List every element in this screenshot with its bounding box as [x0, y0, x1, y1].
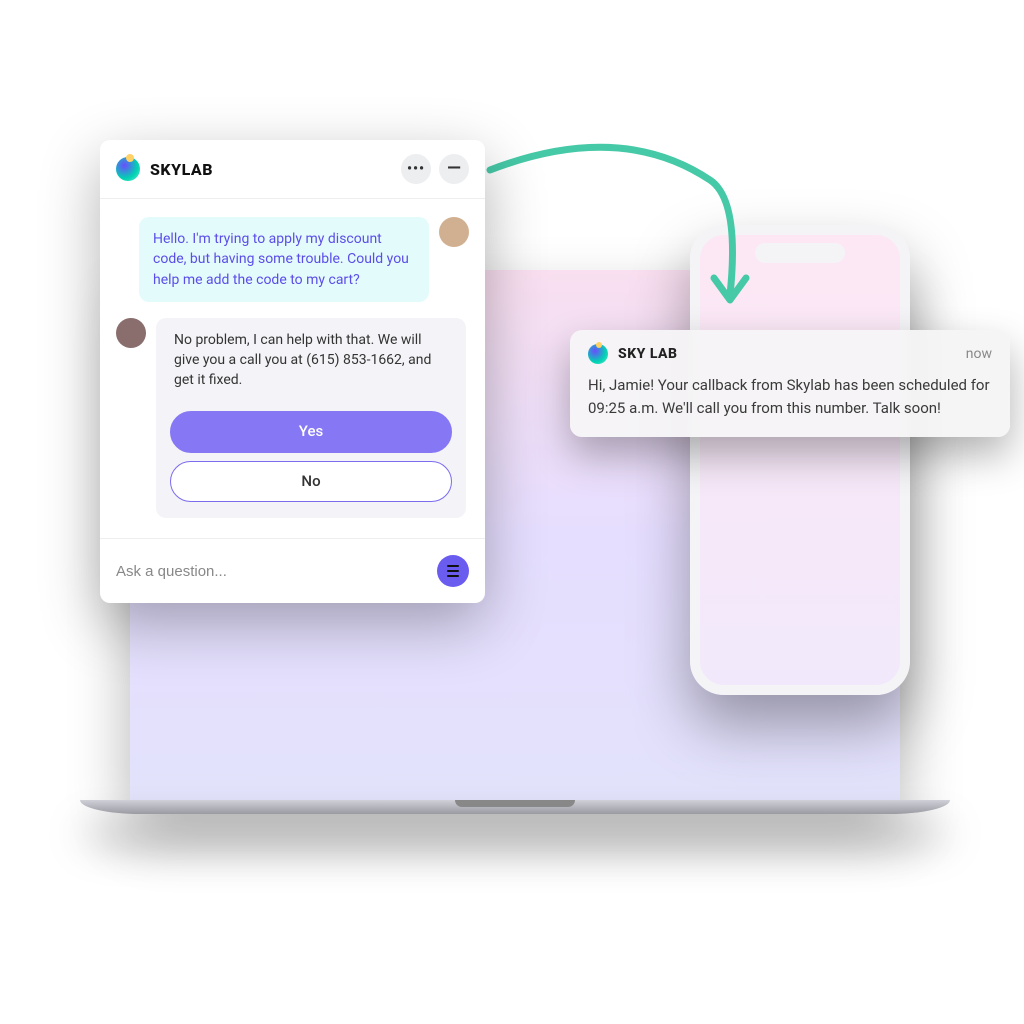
notification-card[interactable]: SKY LAB now Hi, Jamie! Your callback fro… [570, 330, 1010, 437]
menu-button[interactable] [437, 555, 469, 587]
phone-mockup [690, 225, 910, 695]
agent-message-row: No problem, I can help with that. We wil… [116, 318, 469, 518]
agent-avatar [116, 318, 146, 348]
chat-header: SKYLAB ••• — [100, 140, 485, 199]
laptop-base [80, 800, 950, 814]
chat-widget: SKYLAB ••• — Hello. I'm trying to apply … [100, 140, 485, 603]
user-message-row: Hello. I'm trying to apply my discount c… [116, 217, 469, 302]
chat-body: Hello. I'm trying to apply my discount c… [100, 199, 485, 532]
ellipsis-icon: ••• [407, 161, 425, 177]
agent-message-text: No problem, I can help with that. We wil… [170, 330, 452, 403]
notification-header: SKY LAB now [588, 344, 992, 364]
chat-title: SKYLAB [150, 160, 213, 179]
hamburger-icon [447, 565, 459, 577]
notification-time: now [966, 346, 992, 362]
minus-icon: — [447, 160, 461, 178]
agent-message-bubble: No problem, I can help with that. We wil… [156, 318, 466, 518]
notification-app-name: SKY LAB [618, 346, 678, 362]
laptop-notch [455, 800, 575, 807]
no-button[interactable]: No [170, 461, 452, 503]
brand-logo-icon [116, 157, 140, 181]
chat-input-row [100, 538, 485, 603]
notification-body: Hi, Jamie! Your callback from Skylab has… [588, 374, 992, 419]
notification-app-icon [588, 344, 608, 364]
yes-button[interactable]: Yes [170, 411, 452, 453]
user-message-bubble: Hello. I'm trying to apply my discount c… [139, 217, 429, 302]
chat-input[interactable] [116, 563, 427, 580]
more-button[interactable]: ••• [401, 154, 431, 184]
user-avatar [439, 217, 469, 247]
minimize-button[interactable]: — [439, 154, 469, 184]
